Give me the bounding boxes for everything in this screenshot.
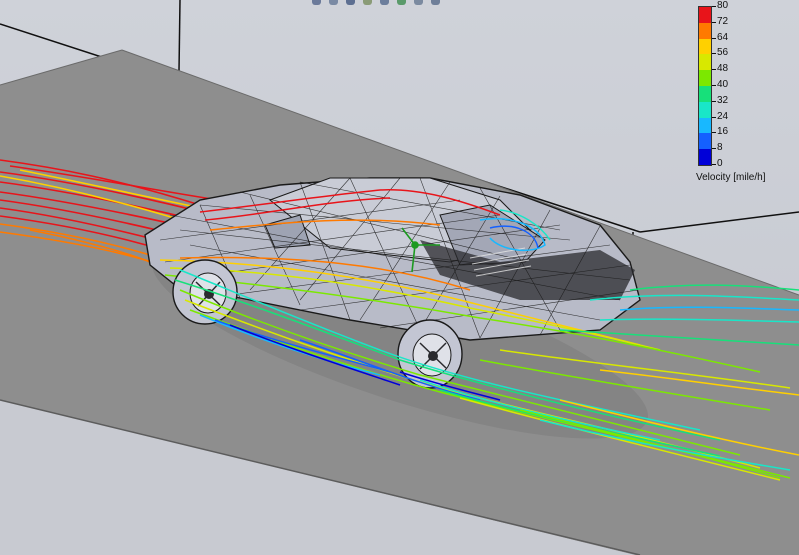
- legend-swatch: [699, 22, 711, 40]
- graphics-viewport[interactable]: 80 72 64 56 48 40 32 24 16 8 0 Velocity [mile/h]: [0, 0, 799, 555]
- legend-swatch: [699, 117, 711, 134]
- legend-tick-label: 56: [711, 47, 729, 59]
- legend-tick-label: 40: [711, 79, 729, 90]
- legend-swatch: [699, 38, 711, 55]
- legend-color-bar: [698, 6, 712, 166]
- legend-swatch: [699, 7, 711, 24]
- legend-tick-label: 48: [711, 63, 729, 75]
- flow-simulation-scene: [0, 0, 799, 555]
- legend-tick-label: 80: [711, 0, 729, 11]
- legend-swatch: [699, 86, 711, 103]
- legend-tick-label: 64: [711, 31, 729, 43]
- legend-tick-label: 32: [711, 94, 729, 106]
- rear-wheel: [172, 259, 238, 325]
- legend-title: Velocity [mile/h]: [696, 172, 766, 183]
- legend-tick-label: 24: [711, 110, 729, 122]
- legend-tick-label: 8: [712, 142, 723, 154]
- legend-tick-label: 72: [711, 15, 729, 27]
- legend-swatch: [699, 70, 711, 87]
- legend-swatch: [699, 133, 711, 150]
- legend-tick-label: 0: [712, 158, 723, 169]
- legend-swatch: [699, 149, 711, 166]
- legend-tick-label: 16: [711, 126, 729, 138]
- velocity-legend: 80 72 64 56 48 40 32 24 16 8 0 Velocity [mile/h]: [690, 0, 799, 190]
- legend-swatch: [699, 54, 711, 71]
- legend-swatch: [699, 101, 711, 119]
